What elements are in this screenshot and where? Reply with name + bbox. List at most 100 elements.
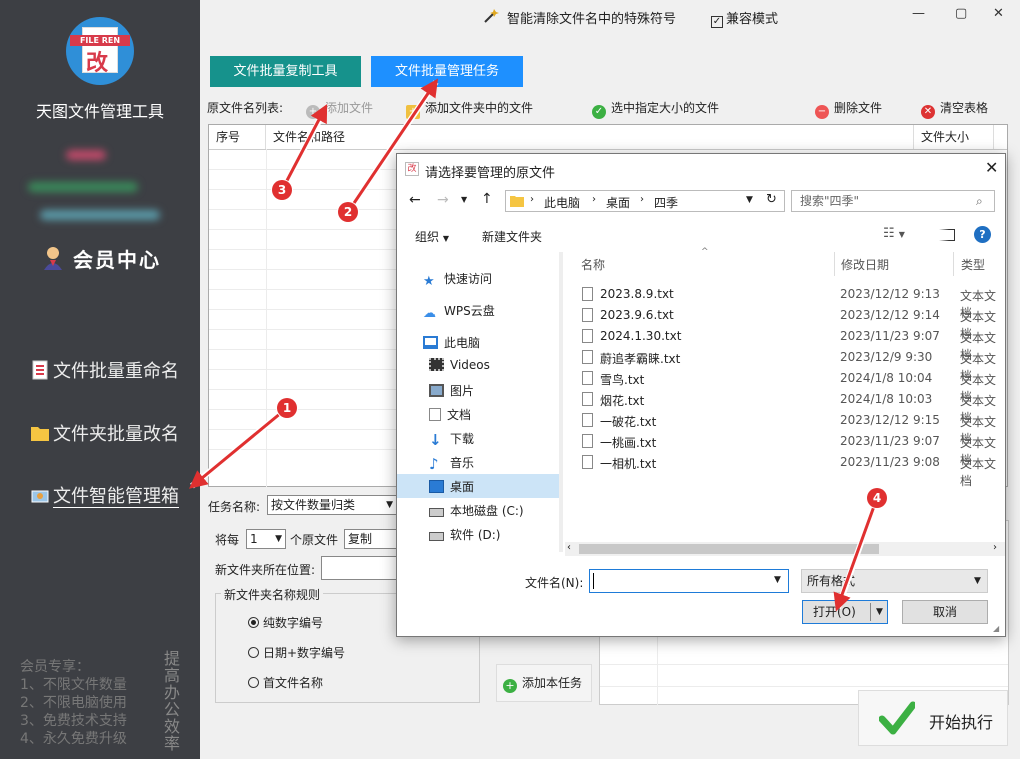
file-row[interactable]: 一破花.txt 2023/12/12 9:15 文本文档	[582, 411, 1002, 446]
nav-videos[interactable]: Videos	[429, 358, 490, 372]
organize-button[interactable]: 组织 ▼	[415, 228, 449, 245]
breadcrumb-item[interactable]: 此电脑	[544, 194, 580, 211]
breadcrumb-item[interactable]: 四季	[654, 194, 678, 211]
view-options-icon[interactable]: ☷ ▼	[883, 226, 905, 241]
row-divider	[209, 189, 399, 190]
filter-value: 所有格式	[807, 574, 856, 588]
nav-music[interactable]: ♪ 音乐	[429, 454, 475, 473]
preview-pane-icon[interactable]	[939, 229, 955, 241]
select-size-button[interactable]: ✓ 选中指定大小的文件	[592, 98, 719, 119]
nav-quick-access[interactable]: ★ 快速访问	[423, 270, 492, 289]
filename-input[interactable]: ▼	[589, 569, 789, 593]
sidebar-item-label: 文件批量重命名	[53, 361, 179, 382]
col-date-header[interactable]: 修改日期	[841, 256, 889, 273]
scroll-left-icon[interactable]: ‹	[567, 542, 571, 553]
history-chevron-icon[interactable]: ▼	[461, 195, 467, 204]
delete-file-button[interactable]: − 删除文件	[815, 98, 882, 119]
nav-documents[interactable]: 文档	[429, 406, 471, 423]
help-icon[interactable]: ?	[974, 226, 991, 243]
per-count-select[interactable]: 1 ▼	[246, 529, 286, 549]
dialog-close-icon[interactable]: ✕	[985, 158, 998, 177]
maximize-icon[interactable]: ▢	[955, 6, 967, 21]
minimize-icon[interactable]: —	[912, 6, 925, 21]
nav-label: 此电脑	[444, 336, 481, 350]
horizontal-scrollbar[interactable]: ‹ ›	[565, 542, 1005, 556]
rule-radio-number[interactable]: 纯数字编号	[248, 614, 323, 631]
scroll-thumb[interactable]	[579, 544, 879, 554]
file-row[interactable]: 雪鸟.txt 2024/1/8 10:04 文本文档	[582, 369, 1002, 404]
search-input[interactable]: 搜索"四季" ⌕	[791, 190, 995, 212]
text-cursor	[593, 573, 594, 589]
sidebar-item-folder-rename[interactable]: 文件夹批量改名	[30, 420, 179, 446]
add-task-label: 添加本任务	[522, 676, 583, 690]
open-button[interactable]: 打开(O) ▼	[802, 600, 888, 624]
chevron-down-icon[interactable]: ▼	[746, 195, 753, 205]
file-row[interactable]: 一相机.txt 2023/11/23 9:08 文本文档	[582, 453, 1002, 488]
chevron-down-icon[interactable]: ▼	[774, 575, 781, 585]
nav-label: 图片	[450, 384, 475, 398]
nav-pictures[interactable]: 图片	[429, 382, 474, 399]
col-index-header[interactable]: 序号	[209, 125, 266, 149]
cancel-button[interactable]: 取消	[902, 600, 988, 624]
nav-scrollbar[interactable]	[559, 252, 563, 552]
rule-radio-date[interactable]: 日期+数字编号	[248, 644, 345, 661]
file-row[interactable]: 2023.9.6.txt 2023/12/12 9:14 文本文档	[582, 306, 1002, 341]
task-name-select[interactable]: 按文件数量归类 ▼	[267, 495, 397, 515]
new-folder-button[interactable]: 新建文件夹	[482, 228, 542, 245]
file-row[interactable]: 烟花.txt 2024/1/8 10:03 文本文档	[582, 390, 1002, 425]
col-name-header[interactable]: 名称	[581, 256, 605, 273]
promo-line: 1、不限文件数量	[20, 677, 127, 693]
nav-wps-cloud[interactable]: ☁ WPS云盘	[423, 302, 495, 321]
nav-label: 音乐	[450, 456, 475, 470]
file-row[interactable]: 2023.8.9.txt 2023/12/12 9:13 文本文档	[582, 285, 1002, 320]
nav-downloads[interactable]: ↓ 下载	[429, 430, 474, 449]
breadcrumb-item[interactable]: 桌面	[606, 194, 630, 211]
nav-drive-c[interactable]: 本地磁盘 (C:)	[429, 502, 524, 519]
add-file-button[interactable]: + 添加文件	[306, 98, 373, 119]
tab-copy-tool[interactable]: 文件批量复制工具	[210, 56, 361, 87]
file-row[interactable]: 2024.1.30.txt 2023/11/23 9:07 文本文档	[582, 327, 1002, 362]
row-divider	[209, 349, 399, 350]
minus-circle-icon: −	[815, 105, 829, 119]
chevron-down-icon[interactable]: ▼	[876, 601, 883, 623]
text-file-icon	[582, 329, 593, 343]
start-button[interactable]: 开始执行	[858, 690, 1008, 746]
rule-radio-first-file[interactable]: 首文件名称	[248, 674, 323, 691]
file-name: 雪鸟.txt	[600, 373, 645, 387]
add-task-button[interactable]: + 添加本任务	[496, 664, 592, 702]
nav-this-pc[interactable]: 此电脑	[423, 334, 480, 351]
file-type-filter[interactable]: 所有格式 ▼	[801, 569, 988, 593]
nav-pane: ★ 快速访问 ☁ WPS云盘 此电脑 Videos 图片 文档 ↓ 下载 ♪ 音乐 桌面…	[397, 252, 561, 550]
resize-grip-icon[interactable]: ◢	[993, 624, 999, 633]
search-icon[interactable]: ⌕	[976, 191, 983, 211]
clear-table-button[interactable]: ✕ 清空表格	[921, 98, 988, 119]
refresh-icon[interactable]: ↻	[766, 192, 777, 207]
col-size-header[interactable]: 文件大小	[914, 125, 994, 149]
tab-manage-task[interactable]: 文件批量管理任务	[371, 56, 523, 87]
file-row[interactable]: 一桃画.txt 2023/11/23 9:07 文本文档	[582, 432, 1002, 467]
clean-symbols-link[interactable]: 智能清除文件名中的特殊符号	[507, 8, 676, 27]
back-arrow-icon[interactable]: ←	[409, 192, 421, 208]
sort-chevron-icon: ^	[701, 247, 709, 257]
nav-drive-d[interactable]: 软件 (D:)	[429, 526, 500, 543]
add-folder-button[interactable]: + 添加文件夹中的文件	[406, 98, 533, 119]
up-arrow-icon[interactable]: ↑	[481, 191, 493, 207]
file-row[interactable]: 蔚追孝霸睐.txt 2023/12/9 9:30 文本文档	[582, 348, 1002, 383]
operation-select[interactable]: 复制	[344, 529, 398, 549]
col-type-header[interactable]: 类型	[961, 256, 985, 273]
sidebar-item-batch-rename[interactable]: 文件批量重命名	[30, 357, 179, 383]
promo-line: 3、免费技术支持	[20, 713, 127, 729]
nav-label: 桌面	[450, 480, 475, 494]
forward-arrow-icon[interactable]: →	[437, 192, 449, 208]
sidebar-item-smart-manage[interactable]: 文件智能管理箱	[30, 482, 179, 508]
location-input[interactable]	[321, 556, 401, 580]
close-icon[interactable]: ✕	[993, 6, 1004, 21]
compat-mode-checkbox[interactable]: ✓ 兼容模式	[711, 8, 778, 28]
breadcrumb-separator: ›	[592, 194, 596, 205]
filename-label: 文件名(N):	[525, 576, 584, 590]
nav-desktop[interactable]: 桌面	[429, 478, 474, 495]
address-bar[interactable]: › 此电脑 › 桌面 › 四季 ▼ ↻	[505, 190, 785, 212]
member-center[interactable]: 会员中心	[42, 244, 161, 273]
col-path-header[interactable]: 文件名和路径	[266, 125, 914, 149]
scroll-right-icon[interactable]: ›	[993, 542, 997, 553]
